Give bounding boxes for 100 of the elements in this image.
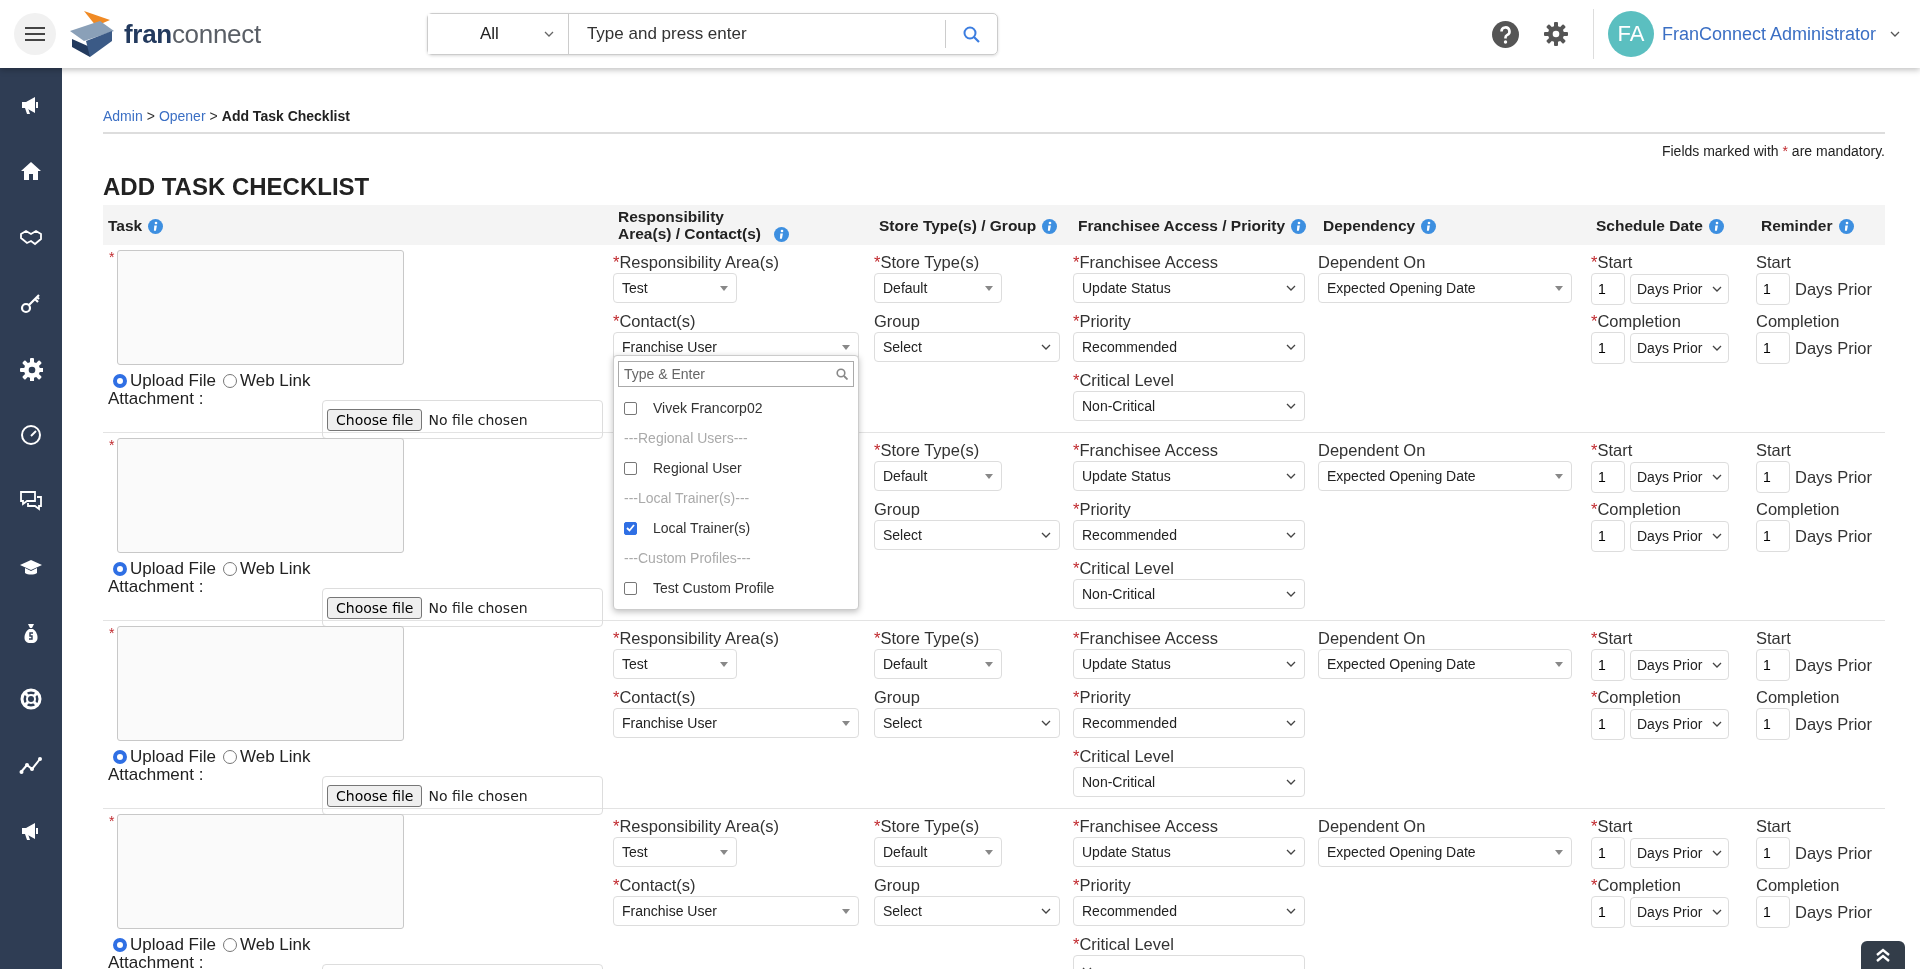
dropdown[interactable]: Days Prior <box>1630 274 1729 304</box>
task-field[interactable] <box>117 626 405 741</box>
search-bar[interactable]: All Type and press enter <box>426 13 998 55</box>
option-label[interactable]: Test Custom Profile <box>653 580 775 596</box>
choose-file-button[interactable]: Choose file <box>327 596 423 619</box>
number-field[interactable]: 1 <box>1756 837 1790 869</box>
radio-label: Web Link <box>240 559 311 579</box>
task-field[interactable] <box>117 438 405 553</box>
number-field[interactable]: 1 <box>1591 520 1625 552</box>
radio-button[interactable] <box>113 562 127 576</box>
number-field[interactable]: 1 <box>1756 649 1790 681</box>
dropdown[interactable]: Days Prior <box>1630 838 1729 868</box>
number-field[interactable]: 1 <box>1591 649 1625 681</box>
radio-button[interactable] <box>113 938 127 952</box>
dropdown[interactable]: Non-Critical <box>1073 391 1305 421</box>
number-field[interactable]: 1 <box>1756 461 1790 493</box>
choose-file-button[interactable]: Choose file <box>327 408 423 431</box>
caret-icon <box>1555 473 1563 479</box>
breadcrumb-link[interactable]: Opener <box>158 108 206 124</box>
dropdown[interactable]: Recommended <box>1073 708 1305 738</box>
file-input[interactable]: Choose file No file chosen <box>322 400 603 439</box>
dropdown[interactable]: Franchise User <box>613 896 859 926</box>
checkbox[interactable] <box>624 401 637 415</box>
settings-button[interactable] <box>1542 21 1569 47</box>
scroll-to-top-button[interactable] <box>1861 941 1905 969</box>
dropdown[interactable]: Test <box>613 837 737 867</box>
option-label[interactable]: Local Trainer(s) <box>653 520 751 536</box>
chevron-down-icon <box>1041 908 1051 914</box>
chevron-down-icon[interactable] <box>1890 31 1900 37</box>
caret-icon <box>1555 285 1563 291</box>
dropdown[interactable]: Expected Opening Date <box>1318 461 1572 491</box>
dropdown[interactable]: Select <box>874 332 1060 362</box>
dropdown[interactable]: Recommended <box>1073 332 1305 362</box>
chevron-down-icon <box>1712 909 1722 915</box>
dropdown[interactable]: Non-Critical <box>1073 579 1305 609</box>
number-field[interactable]: 1 <box>1756 273 1790 305</box>
user-name[interactable]: FranConnect Administrator <box>1661 23 1876 45</box>
chevron-down-icon <box>1286 591 1296 597</box>
radio-button[interactable] <box>113 750 127 764</box>
number-field[interactable]: 1 <box>1591 461 1625 493</box>
checkbox[interactable] <box>624 461 637 475</box>
number-field[interactable]: 1 <box>1591 896 1625 928</box>
required-mark: * <box>109 626 115 643</box>
field-label: *Franchisee Access <box>1073 252 1219 272</box>
dropdown[interactable]: Days Prior <box>1630 333 1729 363</box>
scope-dropdown[interactable]: All <box>427 14 569 54</box>
dropdown[interactable]: Expected Opening Date <box>1318 837 1572 867</box>
number-field[interactable]: 1 <box>1756 332 1790 364</box>
radio-button[interactable] <box>113 374 127 388</box>
help-button[interactable] <box>1491 20 1519 48</box>
dropdown[interactable]: Days Prior <box>1630 650 1729 680</box>
field-label: *Contact(s) <box>613 875 697 895</box>
dropdown[interactable]: Test <box>613 273 737 303</box>
caret-icon <box>1555 661 1563 667</box>
number-field[interactable]: 1 <box>1591 837 1625 869</box>
dropdown[interactable]: Select <box>874 520 1060 550</box>
dropdown[interactable]: Default <box>874 273 1002 303</box>
dropdown[interactable]: Update Status <box>1073 837 1305 867</box>
logo-text: franconnect <box>124 18 261 50</box>
dropdown[interactable]: Default <box>874 461 1002 491</box>
breadcrumb-link[interactable]: Admin <box>103 108 143 124</box>
dropdown[interactable]: Update Status <box>1073 649 1305 679</box>
number-field[interactable]: 1 <box>1756 896 1790 928</box>
dropdown[interactable]: Update Status <box>1073 461 1305 491</box>
radio-label: Upload File <box>130 935 216 955</box>
task-field[interactable] <box>117 250 405 365</box>
number-field[interactable]: 1 <box>1591 332 1625 364</box>
dropdown[interactable]: Expected Opening Date <box>1318 273 1572 303</box>
file-input[interactable]: Choose file No file chosen <box>322 588 603 627</box>
dropdown[interactable]: Recommended <box>1073 896 1305 926</box>
dropdown[interactable]: Select <box>874 896 1060 926</box>
dropdown[interactable]: Days Prior <box>1630 462 1729 492</box>
menu-button[interactable] <box>14 13 56 55</box>
task-field[interactable] <box>117 814 405 929</box>
choose-file-button[interactable]: Choose file <box>327 784 423 807</box>
dropdown[interactable]: Select <box>874 708 1060 738</box>
dropdown[interactable]: Default <box>874 649 1002 679</box>
number-field[interactable]: 1 <box>1756 708 1790 740</box>
menu-search-field[interactable]: Type & Enter <box>618 361 854 387</box>
dropdown[interactable]: Test <box>613 649 737 679</box>
dropdown[interactable]: Recommended <box>1073 520 1305 550</box>
dropdown[interactable]: Update Status <box>1073 273 1305 303</box>
option-label[interactable]: Vivek Francorp02 <box>653 400 763 416</box>
file-input[interactable]: Choose file No file chosen <box>322 776 603 815</box>
dropdown[interactable]: Days Prior <box>1630 709 1729 739</box>
number-field[interactable]: 1 <box>1591 273 1625 305</box>
dropdown[interactable]: Non-Critical <box>1073 767 1305 797</box>
checkbox[interactable] <box>624 581 637 595</box>
number-field[interactable]: 1 <box>1591 708 1625 740</box>
option-label[interactable]: Regional User <box>653 460 742 476</box>
field-label: Completion <box>1756 499 1841 519</box>
dropdown[interactable]: Days Prior <box>1630 897 1729 927</box>
number-field[interactable]: 1 <box>1756 520 1790 552</box>
dropdown[interactable]: Franchise User <box>613 708 859 738</box>
dropdown[interactable]: Days Prior <box>1630 521 1729 551</box>
checkbox[interactable] <box>624 521 637 535</box>
dropdown[interactable]: Default <box>874 837 1002 867</box>
dropdown[interactable]: Expected Opening Date <box>1318 649 1572 679</box>
attachment-label: Attachment : <box>108 765 205 786</box>
home-icon <box>19 159 43 183</box>
